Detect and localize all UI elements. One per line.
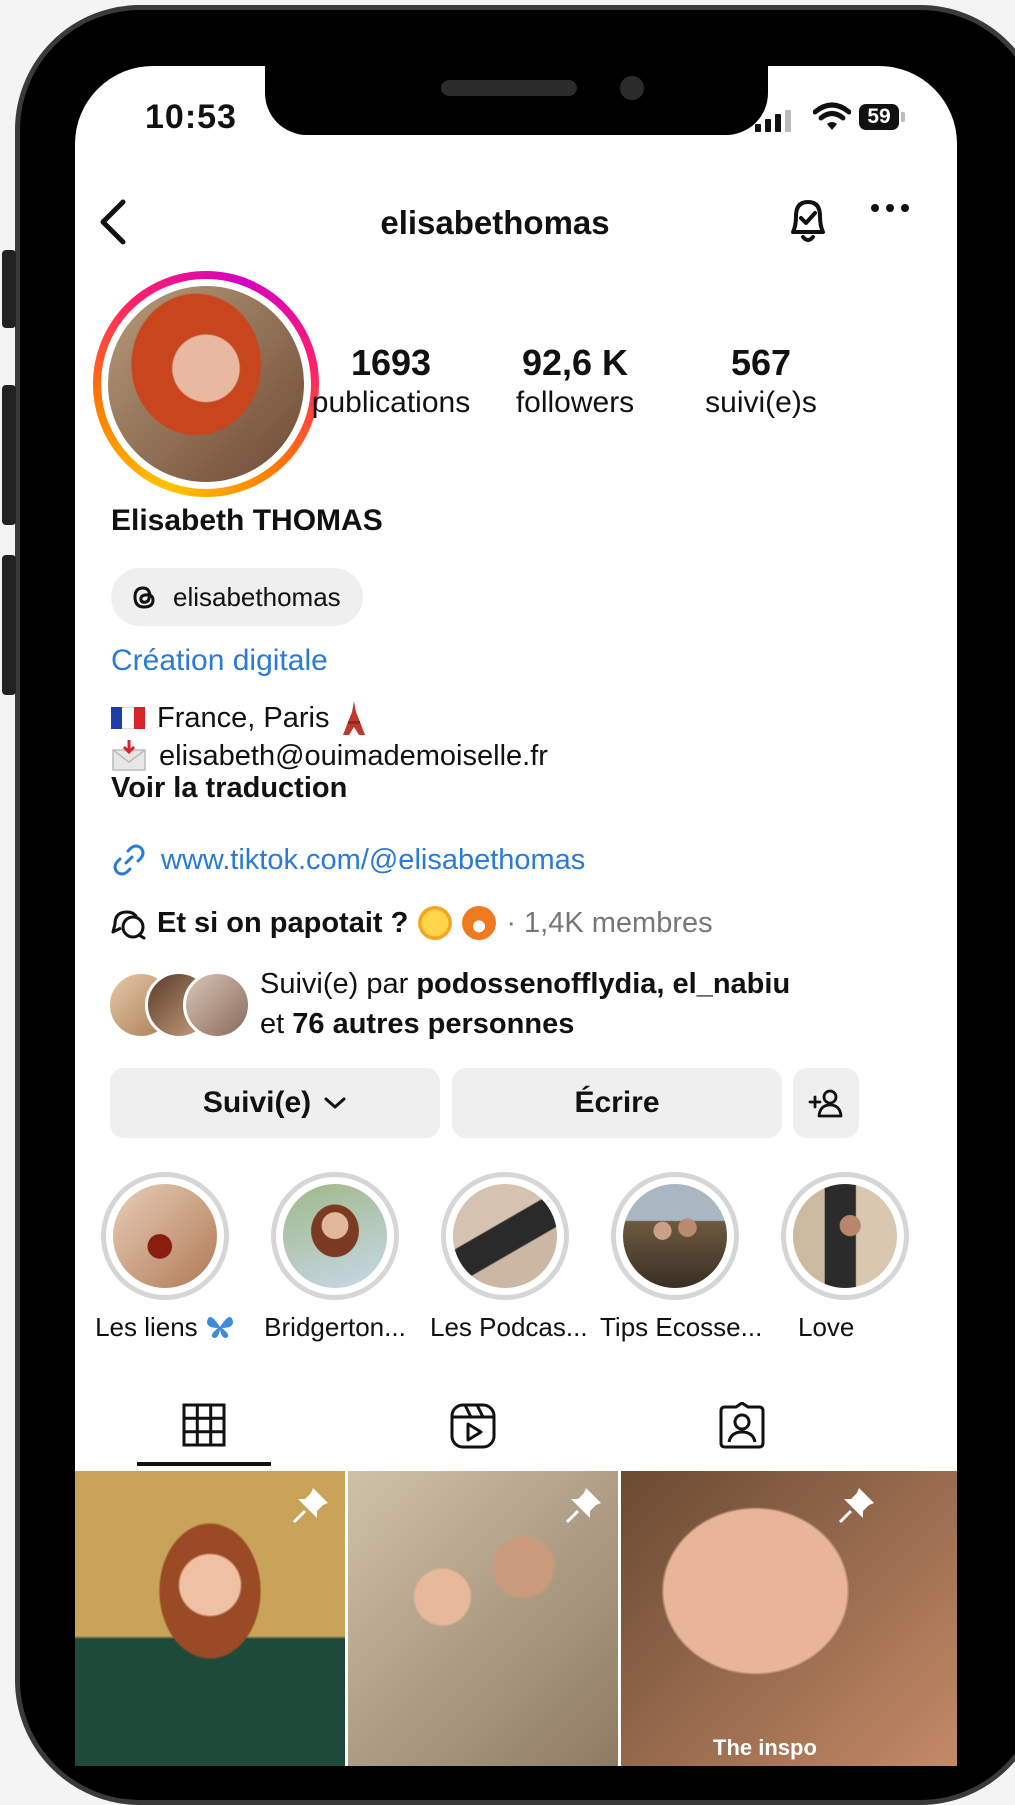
speaker (441, 80, 577, 96)
highlight-label: Bridgerton... (264, 1312, 406, 1342)
highlight-love[interactable]: Love (770, 1172, 920, 1343)
avatar (108, 286, 304, 482)
highlight-bridgerton[interactable]: Bridgerton... (260, 1172, 410, 1343)
battery-indicator: 59 (859, 104, 899, 130)
profile-full-name: Elisabeth THOMAS (111, 504, 383, 537)
stat-publications[interactable]: 1693 publications (301, 342, 481, 420)
status-time: 10:53 (145, 98, 237, 136)
bio-location-text: France, Paris (157, 701, 330, 734)
followed-by-middle: et (260, 1008, 293, 1040)
broadcast-channel[interactable]: Et si on papotait ? · 1,4K membres (111, 906, 713, 940)
grid-icon[interactable] (181, 1402, 227, 1448)
more-dots-icon[interactable] (870, 202, 910, 214)
stat-label: suivi(e)s (705, 386, 817, 419)
sun-emoji-icon (418, 906, 453, 940)
stat-following[interactable]: 567 suivi(e)s (671, 342, 851, 420)
bio-email: elisabeth@ouimademoiselle.fr (111, 738, 548, 774)
grid-post[interactable] (75, 1471, 345, 1766)
avatar (183, 971, 251, 1039)
page-title: elisabethomas (380, 204, 610, 241)
following-button[interactable]: Suivi(e) (110, 1068, 440, 1138)
threads-icon (133, 586, 155, 609)
highlight-les-podcasts[interactable]: Les Podcas... (430, 1172, 588, 1343)
followed-by-names: podossenofflydia, el_nabiu (416, 968, 791, 1000)
highlight-label: Les Podcas... (430, 1312, 588, 1342)
channel-name: Et si on papotait ? (157, 906, 409, 939)
followed-by-text[interactable]: Suivi(e) par podossenofflydia, el_nabiu … (260, 964, 790, 1044)
highlight-cover (623, 1184, 727, 1288)
butterfly-icon (206, 1317, 233, 1338)
eiffel-tower-icon (343, 701, 366, 735)
highlight-label: Love (798, 1312, 855, 1342)
message-button[interactable]: Écrire (452, 1068, 782, 1138)
side-button-volume-down (2, 555, 16, 695)
notch (265, 60, 768, 135)
flag-france-icon (111, 707, 145, 729)
stat-value: 1693 (350, 342, 432, 383)
app-screen: 10:53 59 elisabethomas 1693 publications… (75, 66, 957, 1766)
tagged-icon[interactable] (718, 1402, 766, 1450)
envelope-icon (112, 740, 146, 771)
stat-value: 92,6 K (521, 342, 629, 383)
highlight-cover (113, 1184, 217, 1288)
highlight-tips-ecosse[interactable]: Tips Ecosse... (600, 1172, 763, 1343)
chevron-down-icon (324, 1097, 346, 1109)
add-person-icon (808, 1089, 843, 1118)
profile-link-text: www.tiktok.com/@elisabethomas (161, 843, 586, 876)
front-camera (620, 76, 644, 100)
wifi-icon (813, 102, 851, 130)
stat-value: 567 (730, 342, 792, 383)
threads-handle: elisabethomas (173, 581, 341, 612)
bio-location: France, Paris (111, 700, 367, 736)
following-label: Suivi(e) (202, 1086, 312, 1119)
link-icon (113, 844, 145, 876)
channel-icon (111, 910, 146, 940)
channel-members: · 1,4K membres (506, 906, 713, 939)
reels-icon[interactable] (449, 1402, 497, 1450)
profile-category[interactable]: Création digitale (111, 644, 328, 678)
bio-email-text[interactable]: elisabeth@ouimademoiselle.fr (159, 740, 548, 773)
highlight-cover (453, 1184, 557, 1288)
pin-icon (565, 1488, 601, 1524)
message-label: Écrire (574, 1086, 660, 1119)
grid-post[interactable]: The inspo (621, 1471, 957, 1766)
threads-badge[interactable]: elisabethomas (111, 568, 363, 626)
bell-check-icon[interactable] (785, 194, 831, 246)
side-button-mute (2, 250, 16, 328)
pin-icon (292, 1488, 328, 1524)
grid-post[interactable] (348, 1471, 618, 1766)
stat-followers[interactable]: 92,6 K followers (485, 342, 665, 420)
pin-icon (838, 1488, 874, 1524)
back-chevron-icon[interactable] (93, 196, 137, 248)
highlight-label: Les liens (90, 1312, 240, 1343)
post-caption: The inspo (713, 1735, 817, 1760)
mutual-followers-avatars[interactable] (107, 971, 251, 1039)
stat-label: publications (311, 386, 471, 419)
followed-by-others: 76 autres personnes (292, 1008, 575, 1040)
highlight-cover (283, 1184, 387, 1288)
highlight-cover (793, 1184, 897, 1288)
highlight-label: Tips Ecosse... (600, 1312, 763, 1342)
profile-link[interactable]: www.tiktok.com/@elisabethomas (111, 842, 585, 878)
highlight-les-liens[interactable]: Les liens (90, 1172, 240, 1343)
side-button-volume-up (2, 385, 16, 525)
fox-emoji-icon (462, 906, 497, 940)
add-person-button[interactable] (793, 1068, 859, 1138)
stat-label: followers (515, 386, 635, 419)
avatar-story-ring[interactable] (93, 271, 319, 497)
followed-by-prefix: Suivi(e) par (260, 968, 417, 1000)
translate-link[interactable]: Voir la traduction (111, 772, 347, 805)
battery-tip (901, 112, 905, 122)
active-tab-indicator (137, 1462, 271, 1466)
